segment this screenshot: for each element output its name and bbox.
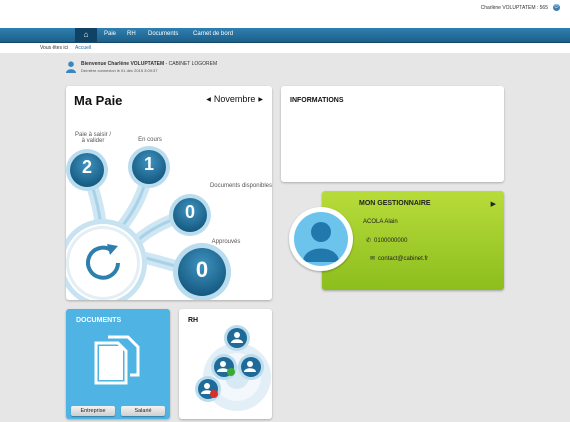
month-selector: ◀ Novembre ▶: [203, 94, 266, 104]
rh-graphic: [195, 325, 271, 411]
gestionnaire-phone: ✆ 0100000000: [366, 238, 408, 244]
person-icon: [303, 222, 339, 262]
last-login: Dernière connexion le 01 déc 2015 3:09:3…: [81, 68, 158, 73]
documents-count[interactable]: 0: [173, 202, 207, 223]
nav-item-paie[interactable]: Paie: [104, 31, 116, 37]
documents-icon: [94, 335, 140, 385]
gestionnaire-name: ACOLA Alain: [363, 219, 398, 225]
salarie-button[interactable]: Salarié: [121, 406, 165, 416]
gestionnaire-title: MON GESTIONNAIRE: [359, 200, 431, 207]
user-info: Charlène VOLUPTATEM : 565: [480, 5, 548, 11]
informations-title: INFORMATIONS: [290, 97, 344, 104]
gestionnaire-email[interactable]: ✉ contact@cabinet.fr: [370, 255, 428, 262]
paie-card: Ma Paie ◀ Novembre ▶ Paie à saisir / à vali…: [66, 86, 272, 300]
entreprise-button[interactable]: Entreprise: [71, 406, 115, 416]
a-saisir-label: Paie à saisir / à valider: [74, 132, 111, 144]
approuves-count[interactable]: 0: [182, 257, 222, 283]
user-avatar-icon: [66, 61, 76, 73]
documents-disponibles-label: Documents disponibles: [209, 183, 272, 189]
approuves-label: Approuvés: [211, 239, 241, 245]
en-cours-label: En cours: [138, 137, 162, 143]
en-cours-count[interactable]: 1: [132, 154, 166, 175]
rh-user-remove-icon: [195, 376, 221, 402]
rh-user-refresh-icon: [224, 325, 250, 351]
next-month-icon[interactable]: ▶: [258, 96, 263, 103]
breadcrumb-label: Vous êtes ici: [40, 45, 69, 51]
a-saisir-count[interactable]: 2: [70, 157, 104, 178]
gestionnaire-avatar: [289, 207, 353, 271]
informations-card: INFORMATIONS: [281, 86, 504, 182]
rh-user-add-icon: [211, 354, 237, 380]
prev-month-icon[interactable]: ◀: [206, 96, 211, 103]
documents-card: DOCUMENTS Entreprise Salarié: [66, 309, 170, 419]
main-nav: ⌂ Paie RH Documents Carnet de bord: [0, 28, 570, 44]
breadcrumb: Vous êtes ici Accueil: [0, 43, 570, 53]
nav-item-carnet[interactable]: Carnet de bord: [193, 31, 233, 37]
documents-title: DOCUMENTS: [76, 317, 122, 324]
home-icon[interactable]: ⌂: [75, 28, 97, 42]
chevron-right-icon[interactable]: ▶: [491, 200, 496, 208]
logout-icon[interactable]: ⏻: [553, 4, 560, 11]
nav-item-documents[interactable]: Documents: [148, 31, 178, 37]
nav-item-rh[interactable]: RH: [127, 31, 136, 37]
mail-icon: ✉: [370, 256, 376, 262]
paie-title: Ma Paie: [74, 93, 123, 108]
paie-graphic: [66, 146, 231, 300]
current-month: Novembre: [213, 94, 256, 104]
welcome-text: Bienvenue Charlène VOLUPTATEM - CABINET …: [81, 61, 218, 67]
rh-card: RH: [179, 309, 272, 419]
rh-user-edit-icon: [238, 354, 264, 380]
top-bar: Charlène VOLUPTATEM : 565 ⏻: [0, 0, 570, 28]
breadcrumb-home[interactable]: Accueil: [75, 43, 91, 53]
phone-icon: ✆: [366, 238, 372, 244]
